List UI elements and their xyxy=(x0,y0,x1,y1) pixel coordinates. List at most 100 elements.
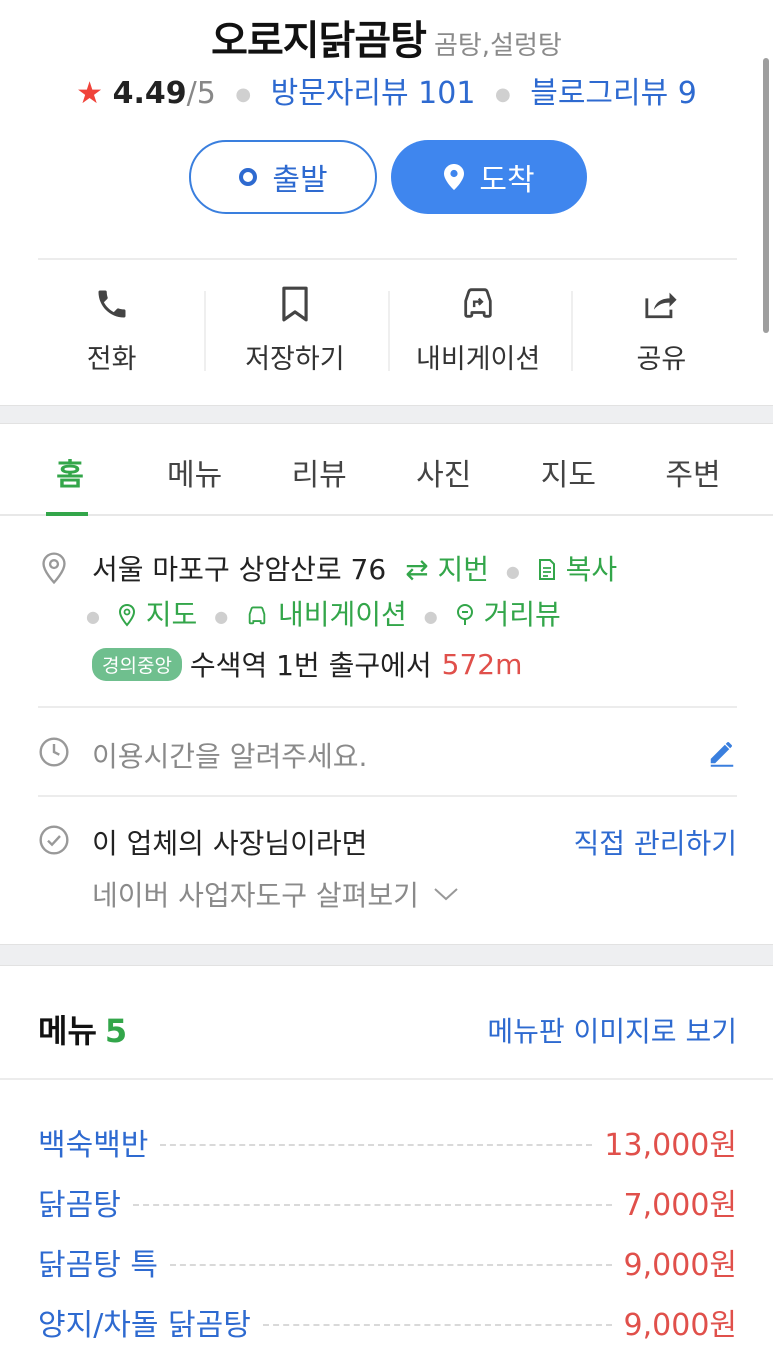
business-tools-toggle[interactable]: 네이버 사업자도구 살펴보기 xyxy=(92,874,459,914)
action-bar: 전화 저장하기 내비게이션 공유 xyxy=(20,283,753,378)
menu-item-name: 닭곰탕 xyxy=(38,1188,121,1223)
depart-button[interactable]: 출발 xyxy=(189,140,377,214)
navigation-label: 내비게이션 xyxy=(416,344,541,375)
street-view-icon xyxy=(455,598,475,631)
save-label: 저장하기 xyxy=(245,344,345,375)
divider xyxy=(0,1078,773,1080)
tab-nearby[interactable]: 주변 xyxy=(641,424,745,514)
jibun-label: 지번 xyxy=(437,553,489,586)
blog-reviews-link[interactable]: 블로그리뷰 9 xyxy=(530,76,697,111)
menu-item[interactable]: 백숙백반 13,000원 xyxy=(38,1112,737,1172)
owner-prompt: 이 업체의 사장님이라면 xyxy=(92,827,368,860)
share-icon xyxy=(642,283,680,325)
tab-home[interactable]: 홈 xyxy=(18,424,122,516)
edit-pencil-icon[interactable] xyxy=(707,737,737,771)
tab-bar: 홈 메뉴 리뷰 사진 지도 주변 xyxy=(0,424,773,516)
street-view-link[interactable]: 거리뷰 xyxy=(455,598,561,631)
menu-item[interactable]: 닭곰탕 특 9,000원 xyxy=(38,1232,737,1292)
menu-item-price: 7,000원 xyxy=(623,1188,737,1223)
menu-item-name: 백숙백반 xyxy=(38,1128,149,1163)
chevron-down-icon xyxy=(433,886,459,902)
check-circle-icon xyxy=(38,824,70,860)
divider xyxy=(204,291,206,371)
place-name: 오로지닭곰탕 xyxy=(211,18,427,64)
map-link-label: 지도 xyxy=(145,598,198,631)
jibun-toggle[interactable]: ⇄ 지번 xyxy=(405,553,489,586)
tab-reviews[interactable]: 리뷰 xyxy=(267,424,371,514)
place-category: 곰탕,설렁탕 xyxy=(433,31,562,61)
map-link[interactable]: 지도 xyxy=(117,598,197,631)
menu-item-price: 9,000원 xyxy=(623,1308,737,1343)
depart-label: 출발 xyxy=(272,163,328,198)
address-row: 서울 마포구 상암산로 76 ⇄ 지번 ● 복사 xyxy=(92,548,617,588)
menu-item-name: 닭곰탕 특 xyxy=(38,1248,158,1283)
share-action[interactable]: 공유 xyxy=(570,283,753,378)
tab-photos[interactable]: 사진 xyxy=(392,424,496,514)
menu-item[interactable]: 양지/차돌 닭곰탕 9,000원 xyxy=(38,1292,737,1352)
arrive-button[interactable]: 도착 xyxy=(391,140,587,214)
car-small-icon xyxy=(245,598,269,631)
separator-dot: ● xyxy=(214,606,229,626)
divider xyxy=(388,291,390,371)
subway-line-badge: 경의중앙 xyxy=(92,647,182,681)
manage-directly-link[interactable]: 직접 관리하기 xyxy=(574,822,737,862)
separator-dot: ● xyxy=(423,606,438,626)
menu-item[interactable]: 닭곰탕 7,000원 xyxy=(38,1172,737,1232)
menu-list: 백숙백반 13,000원 닭곰탕 7,000원 닭곰탕 특 9,000원 양지/… xyxy=(38,1112,737,1352)
street-view-label: 거리뷰 xyxy=(483,598,561,631)
swap-arrows-icon: ⇄ xyxy=(405,553,429,586)
copy-address-button[interactable]: 복사 xyxy=(537,553,617,586)
dotted-leader xyxy=(160,1144,593,1146)
car-navigation-icon xyxy=(458,283,498,325)
menu-item-name: 양지/차돌 닭곰탕 xyxy=(38,1308,251,1343)
bookmark-icon xyxy=(279,283,311,325)
transit-row: 경의중앙 수색역 1번 출구에서 572m xyxy=(92,644,522,684)
hours-prompt[interactable]: 이용시간을 알려주세요. xyxy=(92,735,367,775)
section-gap xyxy=(0,944,773,966)
location-pin-icon xyxy=(38,551,70,589)
business-tools-label: 네이버 사업자도구 살펴보기 xyxy=(92,879,419,912)
share-label: 공유 xyxy=(636,344,687,375)
menu-count: 5 xyxy=(104,1012,128,1050)
separator-dot: ● xyxy=(494,84,511,105)
station-text: 수색역 1번 출구에서 xyxy=(189,649,432,682)
distance-value: 572m xyxy=(441,647,523,681)
copy-label: 복사 xyxy=(565,553,618,586)
tab-menu[interactable]: 메뉴 xyxy=(143,424,247,514)
arrive-label: 도착 xyxy=(479,163,535,198)
separator-dot: ● xyxy=(235,84,252,105)
dotted-leader xyxy=(262,1324,612,1326)
address-links: ● 지도 ● 내비게이션 ● 거리뷰 xyxy=(86,593,561,633)
navigation-link-label: 내비게이션 xyxy=(278,598,407,631)
rating-max: /5 xyxy=(186,76,216,111)
dotted-leader xyxy=(132,1204,612,1206)
phone-icon xyxy=(94,283,130,325)
divider xyxy=(571,291,573,371)
tab-map[interactable]: 지도 xyxy=(516,424,620,514)
divider xyxy=(38,795,737,797)
road-address: 서울 마포구 상암산로 76 xyxy=(92,553,387,586)
rating-row: ★ 4.49/5 ● 방문자리뷰 101 ● 블로그리뷰 9 xyxy=(0,68,773,112)
section-gap xyxy=(0,405,773,424)
call-label: 전화 xyxy=(86,344,137,375)
navigation-link[interactable]: 내비게이션 xyxy=(245,598,407,631)
menu-image-link[interactable]: 메뉴판 이미지로 보기 xyxy=(487,1010,737,1050)
save-action[interactable]: 저장하기 xyxy=(203,283,386,378)
place-header: 오로지닭곰탕 곰탕,설렁탕 xyxy=(0,8,773,66)
dotted-leader xyxy=(169,1264,612,1266)
menu-item-price: 9,000원 xyxy=(623,1248,737,1283)
copy-document-icon xyxy=(537,553,557,586)
visitor-reviews-link[interactable]: 방문자리뷰 101 xyxy=(271,76,476,111)
clock-icon xyxy=(38,736,70,772)
call-action[interactable]: 전화 xyxy=(20,283,203,378)
menu-title: 메뉴 xyxy=(38,1012,97,1050)
separator-dot: ● xyxy=(505,561,520,581)
divider xyxy=(38,706,737,708)
origin-dot-icon xyxy=(238,167,258,187)
map-pin-icon xyxy=(443,163,465,191)
star-icon: ★ xyxy=(76,76,104,111)
navigation-action[interactable]: 내비게이션 xyxy=(387,283,570,378)
menu-item-price: 13,000원 xyxy=(604,1128,737,1163)
menu-section-title: 메뉴 5 xyxy=(38,1006,127,1052)
separator-dot: ● xyxy=(86,606,100,626)
